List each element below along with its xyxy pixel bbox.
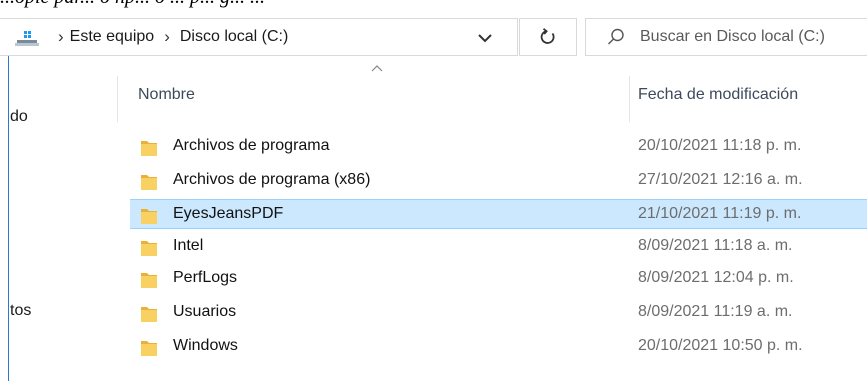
folder-icon — [141, 307, 157, 322]
file-name: Windows — [173, 337, 238, 354]
this-pc-icon — [15, 31, 39, 46]
breadcrumb-este-equipo[interactable]: Este equipo — [70, 28, 155, 46]
file-name: Archivos de programa — [173, 137, 330, 154]
file-row[interactable]: Intel 8/09/2021 11:18 a. m. — [130, 232, 867, 262]
file-date: 8/09/2021 11:18 a. m. — [638, 237, 793, 254]
folder-icon — [141, 241, 157, 256]
refresh-button[interactable] — [519, 18, 577, 56]
file-row[interactable]: Windows 20/10/2021 10:50 p. m. — [130, 332, 867, 362]
file-date: 8/09/2021 11:19 a. m. — [638, 303, 793, 320]
nav-item-partial[interactable]: tos — [10, 302, 31, 320]
chevron-down-icon[interactable] — [473, 27, 497, 49]
file-row[interactable]: EyesJeansPDF 21/10/2021 11:19 p. m. — [130, 199, 867, 229]
folder-icon — [141, 141, 157, 156]
file-name: Archivos de programa (x86) — [173, 171, 371, 188]
file-date: 20/10/2021 10:50 p. m. — [638, 337, 803, 354]
column-divider[interactable] — [117, 76, 118, 122]
file-name: Usuarios — [173, 303, 237, 320]
column-divider[interactable] — [629, 76, 630, 122]
file-name: Intel — [173, 237, 204, 254]
folder-icon — [141, 273, 157, 288]
column-header-name[interactable]: Nombre — [138, 86, 195, 104]
folder-icon — [141, 209, 157, 224]
file-row[interactable]: Archivos de programa 20/10/2021 11:18 p. … — [130, 132, 867, 162]
file-date: 27/10/2021 12:16 a. m. — [638, 171, 803, 188]
breadcrumb-disco-local[interactable]: Disco local (C:) — [180, 28, 288, 46]
search-box[interactable]: Buscar en Disco local (C:) — [585, 18, 867, 56]
file-row[interactable]: Usuarios 8/09/2021 11:19 a. m. — [130, 298, 867, 328]
file-row[interactable]: PerfLogs 8/09/2021 12:04 p. m. — [130, 264, 867, 294]
file-name: EyesJeansPDF — [173, 205, 284, 222]
search-placeholder: Buscar en Disco local (C:) — [640, 28, 825, 45]
file-date: 8/09/2021 12:04 p. m. — [638, 269, 794, 286]
sort-up-icon — [371, 65, 383, 72]
breadcrumb-separator: › — [164, 27, 170, 46]
file-name: PerfLogs — [173, 269, 238, 286]
search-icon — [608, 28, 624, 45]
column-header-date[interactable]: Fecha de modificación — [638, 86, 798, 104]
folder-icon — [141, 175, 157, 190]
folder-icon — [141, 341, 157, 356]
navigation-pane-edge — [0, 56, 9, 381]
file-date: 20/10/2021 11:18 p. m. — [638, 137, 802, 154]
document-caption: ...opie par... o hp... o ... p... g... .… — [0, 0, 265, 10]
address-bar[interactable]: › Este equipo › Disco local (C:) — [0, 18, 518, 56]
nav-item-partial[interactable]: do — [10, 108, 28, 126]
file-row[interactable]: Archivos de programa (x86) 27/10/2021 12:… — [130, 166, 867, 196]
breadcrumb-separator: › — [58, 27, 64, 46]
refresh-icon — [540, 28, 555, 44]
file-date: 21/10/2021 11:19 p. m. — [638, 205, 802, 222]
